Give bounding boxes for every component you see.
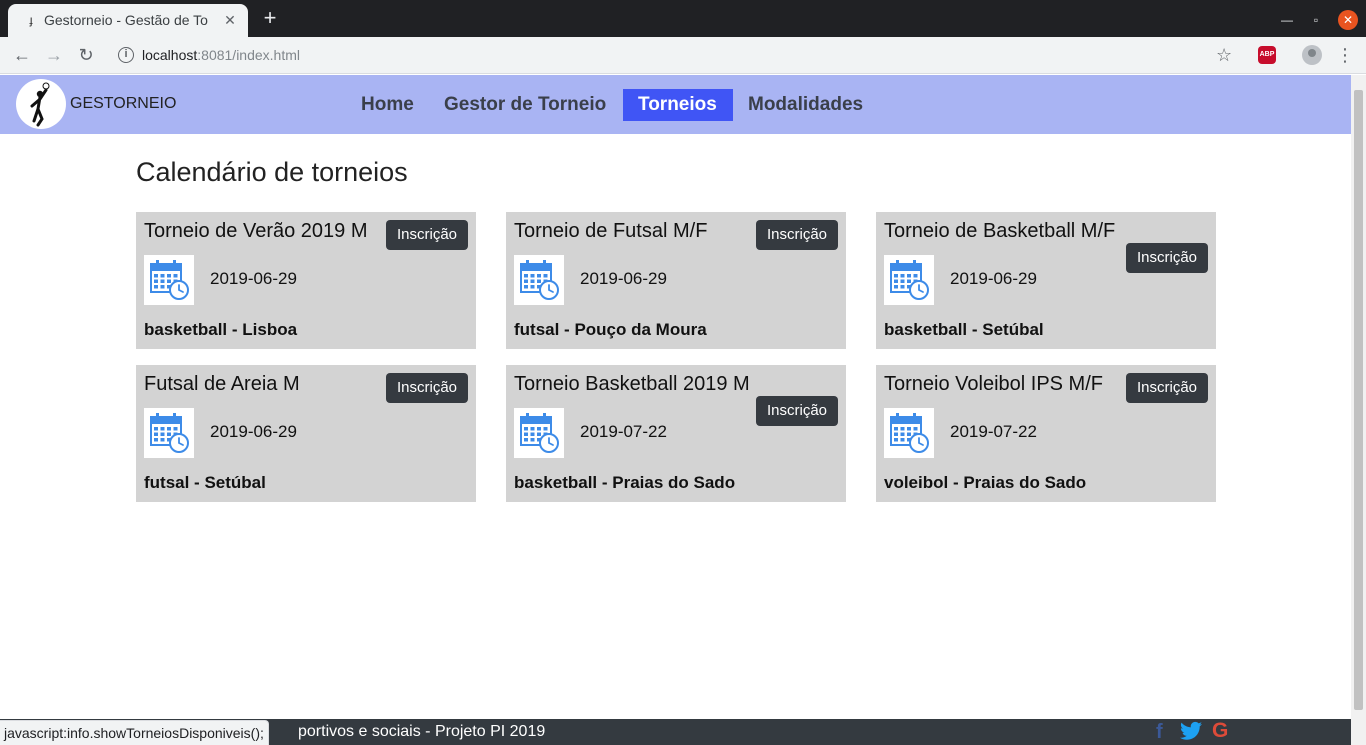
card-title: Torneio Basketball 2019 M: [514, 373, 750, 395]
card-sport-location: basketball - Praias do Sado: [514, 473, 736, 492]
inscricao-button[interactable]: Inscrição: [756, 396, 838, 426]
card-date: 2019-07-22: [580, 422, 667, 441]
footer-text: portivos e sociais - Projeto PI 2019: [298, 723, 546, 740]
card-sport-location: basketball - Setúbal: [884, 320, 1044, 339]
browser-menu-icon[interactable]: ⋮: [1336, 44, 1354, 66]
bookmark-star-icon[interactable]: ☆: [1216, 44, 1232, 66]
site-info-icon[interactable]: i: [118, 47, 134, 63]
tournament-card: Torneio Basketball 2019 M Inscrição 2019…: [506, 365, 846, 502]
card-sport-location: basketball - Lisboa: [144, 320, 298, 339]
logo[interactable]: [16, 79, 66, 129]
nav-modalidades[interactable]: Modalidades: [733, 89, 878, 121]
new-tab-button[interactable]: +: [258, 6, 282, 30]
calendar-clock-icon: [144, 255, 194, 305]
inscricao-button[interactable]: Inscrição: [1126, 373, 1208, 403]
inscricao-button[interactable]: Inscrição: [756, 220, 838, 250]
card-sport-location: voleibol - Praias do Sado: [884, 473, 1087, 492]
tournament-card: Torneio de Verão 2019 M Inscrição 2019-0…: [136, 212, 476, 349]
inscricao-button[interactable]: Inscrição: [386, 373, 468, 403]
address-bar[interactable]: i localhost:8081/index.html: [108, 41, 1248, 70]
window-close-icon[interactable]: ✕: [1338, 10, 1358, 30]
card-date: 2019-06-29: [210, 422, 297, 441]
inscricao-button[interactable]: Inscrição: [386, 220, 468, 250]
card-title: Torneio Voleibol IPS M/F: [884, 373, 1103, 395]
forward-arrow-icon[interactable]: →: [42, 43, 66, 67]
url-host: localhost: [142, 47, 198, 63]
card-sport-location: futsal - Setúbal: [144, 473, 266, 492]
restore-icon[interactable]: ▫: [1306, 10, 1326, 30]
reload-icon[interactable]: ↻: [74, 43, 98, 67]
tab-title: Gestorneio - Gestão de To: [44, 12, 208, 28]
tournament-card: Torneio de Basketball M/F Inscrição 2019…: [876, 212, 1216, 349]
card-title: Torneio de Verão 2019 M: [144, 220, 368, 242]
profile-avatar-icon[interactable]: [1302, 45, 1322, 65]
browser-toolbar: ← → ↻ i localhost:8081/index.html ☆ ABP …: [0, 37, 1366, 74]
volleyball-player-logo-icon: [30, 82, 50, 127]
card-title: Torneio de Futsal M/F: [514, 220, 708, 242]
nav-home[interactable]: Home: [346, 89, 429, 121]
tab-close-icon[interactable]: ✕: [220, 10, 240, 30]
card-date: 2019-06-29: [950, 269, 1037, 288]
scrollbar-thumb[interactable]: [1354, 90, 1363, 710]
status-bar-link-preview: javascript:info.showTorneiosDisponiveis(…: [0, 720, 269, 745]
adblock-icon[interactable]: ABP: [1258, 46, 1276, 64]
card-date: 2019-07-22: [950, 422, 1037, 441]
calendar-clock-icon: [514, 408, 564, 458]
tournament-card: Torneio Voleibol IPS M/F Inscrição 2019-…: [876, 365, 1216, 502]
minimize-icon[interactable]: —: [1277, 10, 1297, 30]
browser-tab-strip: ɟ Gestorneio - Gestão de To ✕ + — ▫ ✕: [0, 0, 1366, 37]
card-sport-location: futsal - Pouço da Moura: [514, 320, 707, 339]
nav-torneios[interactable]: Torneios: [623, 89, 733, 121]
back-arrow-icon[interactable]: ←: [10, 43, 34, 67]
card-title: Torneio de Basketball M/F: [884, 220, 1116, 242]
google-icon[interactable]: G: [1212, 720, 1228, 742]
browser-tab[interactable]: ɟ Gestorneio - Gestão de To ✕: [8, 4, 248, 37]
card-date: 2019-06-29: [580, 269, 667, 288]
brand-name[interactable]: GESTORNEIO: [70, 95, 176, 113]
calendar-clock-icon: [884, 255, 934, 305]
nav-gestor-de-torneio[interactable]: Gestor de Torneio: [429, 89, 621, 121]
url-path: :8081/index.html: [197, 47, 300, 63]
site-navbar: GESTORNEIO Home Gestor de Torneio Tornei…: [0, 75, 1351, 134]
card-date: 2019-06-29: [210, 269, 297, 288]
page-viewport: GESTORNEIO Home Gestor de Torneio Tornei…: [0, 75, 1351, 745]
facebook-icon[interactable]: f: [1156, 721, 1163, 743]
url-text: localhost:8081/index.html: [142, 47, 300, 63]
calendar-clock-icon: [514, 255, 564, 305]
card-title: Futsal de Areia M: [144, 373, 300, 395]
tournament-card: Futsal de Areia M Inscrição 2019-06-29 f…: [136, 365, 476, 502]
calendar-clock-icon: [884, 408, 934, 458]
calendar-clock-icon: [144, 408, 194, 458]
inscricao-button[interactable]: Inscrição: [1126, 243, 1208, 273]
site-favicon-icon: ɟ: [29, 13, 33, 27]
page-scrollbar[interactable]: [1351, 75, 1366, 745]
tournament-card: Torneio de Futsal M/F Inscrição 2019-06-…: [506, 212, 846, 349]
page-title: Calendário de torneios: [136, 157, 408, 187]
twitter-icon[interactable]: [1180, 721, 1202, 741]
